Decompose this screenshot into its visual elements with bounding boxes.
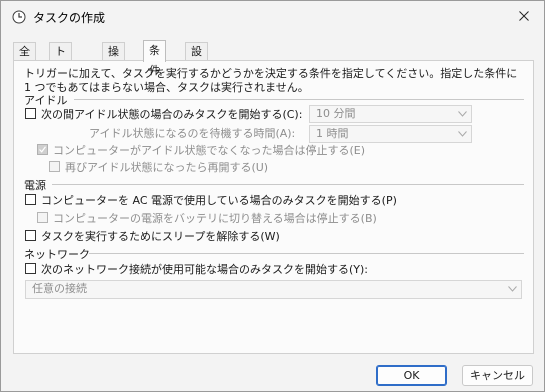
start-if-idle-label: 次の間アイドル状態の場合のみタスクを開始する(C):: [41, 108, 303, 121]
wake-to-run-label: タスクを実行するためにスリープを解除する(W): [41, 230, 280, 243]
power-separator: [52, 184, 524, 185]
title-bar: タスクの作成: [1, 1, 544, 33]
wake-to-run-checkbox[interactable]: [25, 230, 36, 241]
idle-separator: [74, 99, 524, 100]
stop-on-battery-checkbox[interactable]: [37, 212, 48, 223]
tab-actions[interactable]: 操作: [102, 42, 125, 76]
chevron-down-icon: [458, 131, 467, 137]
restart-if-idle-label: 再びアイドル状態になったら再開する(U): [65, 161, 269, 174]
stop-if-not-idle-checkbox[interactable]: [37, 144, 48, 155]
window-title: タスクの作成: [33, 11, 106, 25]
idle-wait-value: 1 時間: [316, 127, 349, 140]
tab-conditions[interactable]: 条件: [143, 40, 166, 77]
network-separator: [89, 253, 524, 254]
restart-if-idle-checkbox[interactable]: [49, 161, 60, 172]
idle-wait-label: アイドル状態になるのを待機する時間(A):: [89, 127, 296, 140]
conditions-intro-text: トリガーに加えて、タスクを実行するかどうかを決定する条件を指定してください。指定…: [24, 67, 518, 94]
close-icon: [519, 11, 529, 21]
close-button[interactable]: [511, 5, 537, 29]
ac-only-label: コンピューターを AC 電源で使用している場合のみタスクを開始する(P): [41, 194, 397, 207]
conditions-panel: トリガーに加えて、タスクを実行するかどうかを決定する条件を指定してください。指定…: [13, 60, 534, 354]
tab-settings[interactable]: 設定: [185, 42, 208, 76]
task-scheduler-icon: [12, 10, 26, 24]
create-task-dialog: タスクの作成 全般 トリガー 操作 条件 設定 トリガーに加えて、タスクを実行す…: [0, 0, 545, 392]
idle-duration-combo[interactable]: 10 分間: [309, 105, 472, 123]
tab-triggers[interactable]: トリガー: [49, 42, 72, 112]
start-if-network-checkbox[interactable]: [25, 263, 36, 274]
cancel-button[interactable]: キャンセル: [462, 365, 533, 386]
checkmark-icon: [39, 146, 46, 153]
chevron-down-icon: [508, 286, 517, 292]
network-connection-value: 任意の接続: [32, 282, 87, 295]
tab-general[interactable]: 全般: [13, 42, 36, 76]
power-section-header: 電源: [24, 179, 46, 192]
ac-only-checkbox[interactable]: [25, 194, 36, 205]
stop-if-not-idle-label: コンピューターがアイドル状態でなくなった場合は停止する(E): [53, 144, 365, 157]
idle-wait-combo[interactable]: 1 時間: [309, 125, 472, 143]
start-if-idle-checkbox[interactable]: [25, 108, 36, 119]
start-if-network-label: 次のネットワーク接続が使用可能な場合のみタスクを開始する(Y):: [41, 263, 369, 276]
network-connection-combo[interactable]: 任意の接続: [25, 280, 522, 299]
idle-duration-value: 10 分間: [316, 107, 356, 120]
ok-button[interactable]: OK: [376, 365, 447, 386]
network-section-header: ネットワーク: [24, 248, 90, 261]
stop-on-battery-label: コンピューターの電源をバッテリに切り替える場合は停止する(B): [53, 212, 377, 225]
chevron-down-icon: [458, 111, 467, 117]
